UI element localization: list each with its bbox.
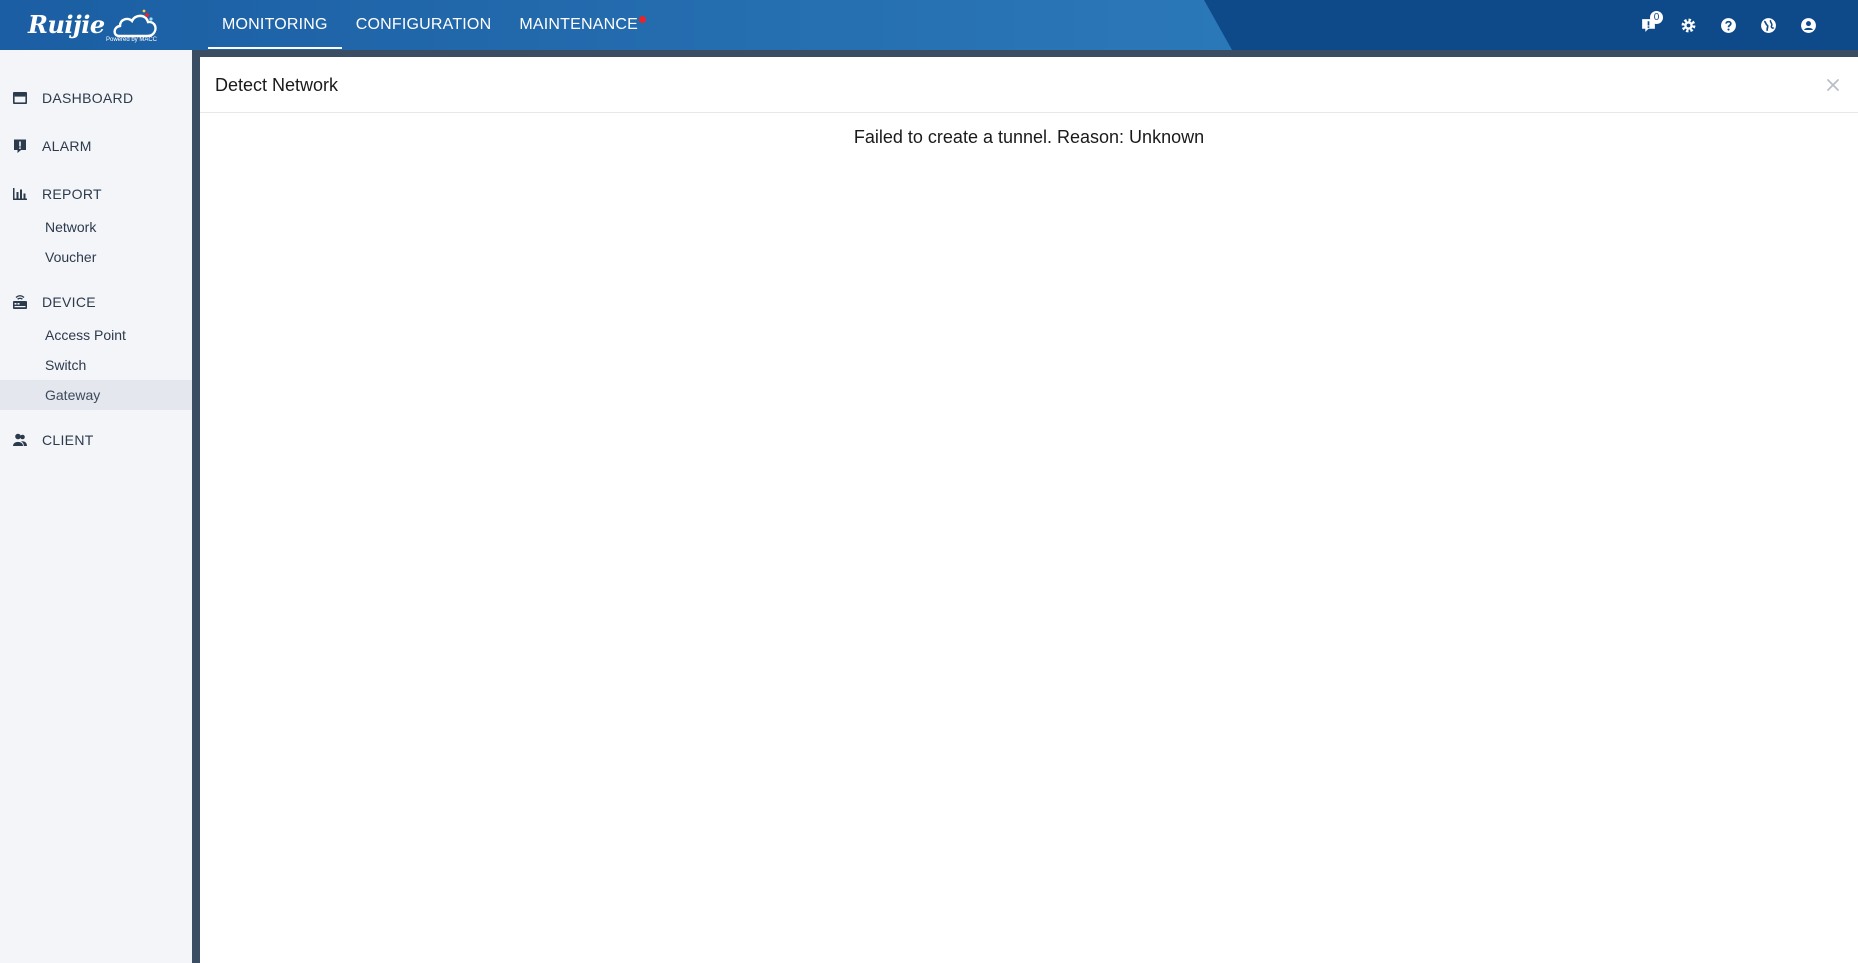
sidebar-item-device-label: DEVICE xyxy=(42,294,96,310)
sidebar-item-voucher-label: Voucher xyxy=(45,249,97,265)
notifications-count-badge: 0 xyxy=(1650,11,1663,24)
alarm-icon xyxy=(14,139,26,153)
notifications-button[interactable]: 0 xyxy=(1628,0,1668,50)
logo-subtitle: Powered by MACC xyxy=(106,37,158,43)
globe-icon xyxy=(1760,17,1776,33)
panel-title: Detect Network xyxy=(215,75,339,95)
settings-button[interactable] xyxy=(1668,0,1708,50)
sidebar-item-device[interactable]: DEVICE xyxy=(0,287,192,317)
tab-monitoring-label: MONITORING xyxy=(222,16,328,33)
sidebar-item-gateway[interactable]: Gateway xyxy=(0,380,192,410)
sidebar-item-switch-label: Switch xyxy=(45,357,87,373)
help-icon xyxy=(1720,17,1736,33)
sidebar-item-client[interactable]: CLIENT xyxy=(0,425,192,455)
dashboard-icon xyxy=(13,92,27,104)
main-nav: MONITORING CONFIGURATION MAINTENANCE xyxy=(208,0,652,50)
sidebar-item-access-point[interactable]: Access Point xyxy=(0,320,192,350)
topbar-divider xyxy=(0,50,1858,57)
sidebar-item-voucher[interactable]: Voucher xyxy=(0,242,192,272)
bar-chart-icon xyxy=(13,188,27,200)
top-toolbar: 0 xyxy=(1628,0,1828,50)
sidebar: DASHBOARD ALARM REPORT Network Voucher D… xyxy=(0,50,192,963)
tab-configuration[interactable]: CONFIGURATION xyxy=(342,0,506,50)
detect-network-panel: Detect Network Failed to create a tunnel… xyxy=(200,57,1858,963)
gear-icon xyxy=(1681,18,1695,32)
tab-configuration-label: CONFIGURATION xyxy=(355,16,492,33)
sidebar-item-network[interactable]: Network xyxy=(0,212,192,242)
sidebar-item-alarm-label: ALARM xyxy=(42,138,92,154)
language-button[interactable] xyxy=(1748,0,1788,50)
tab-monitoring[interactable]: MONITORING xyxy=(208,0,342,50)
sidebar-item-dashboard[interactable]: DASHBOARD xyxy=(0,83,192,113)
panel-header: Detect Network xyxy=(200,57,1858,113)
sidebar-item-switch[interactable]: Switch xyxy=(0,350,192,380)
sidebar-item-report-label: REPORT xyxy=(42,186,102,202)
top-bar: Ruijie Powered by MACC MONITORING CONFIG… xyxy=(0,0,1858,50)
sidebar-rail xyxy=(192,50,200,963)
maintenance-alert-dot xyxy=(639,16,646,23)
sidebar-item-dashboard-label: DASHBOARD xyxy=(42,90,134,106)
help-button[interactable] xyxy=(1708,0,1748,50)
error-message: Failed to create a tunnel. Reason: Unkno… xyxy=(853,127,1205,147)
sidebar-item-alarm[interactable]: ALARM xyxy=(0,131,192,161)
client-icon xyxy=(13,433,27,446)
logo-text: Ruijie xyxy=(28,10,105,39)
ruijie-logo[interactable]: Ruijie Powered by MACC xyxy=(28,6,158,46)
sidebar-item-report[interactable]: REPORT xyxy=(0,179,192,209)
user-icon xyxy=(1800,17,1816,33)
sidebar-item-client-label: CLIENT xyxy=(42,432,94,448)
tab-maintenance-label: MAINTENANCE xyxy=(519,16,638,33)
close-button[interactable] xyxy=(1822,74,1844,96)
tab-maintenance[interactable]: MAINTENANCE xyxy=(505,0,652,50)
close-icon xyxy=(1827,79,1839,91)
sidebar-item-network-label: Network xyxy=(45,219,97,235)
account-button[interactable] xyxy=(1788,0,1828,50)
sidebar-item-gateway-label: Gateway xyxy=(45,387,101,403)
sidebar-item-access-point-label: Access Point xyxy=(45,327,126,343)
device-icon xyxy=(13,295,27,309)
